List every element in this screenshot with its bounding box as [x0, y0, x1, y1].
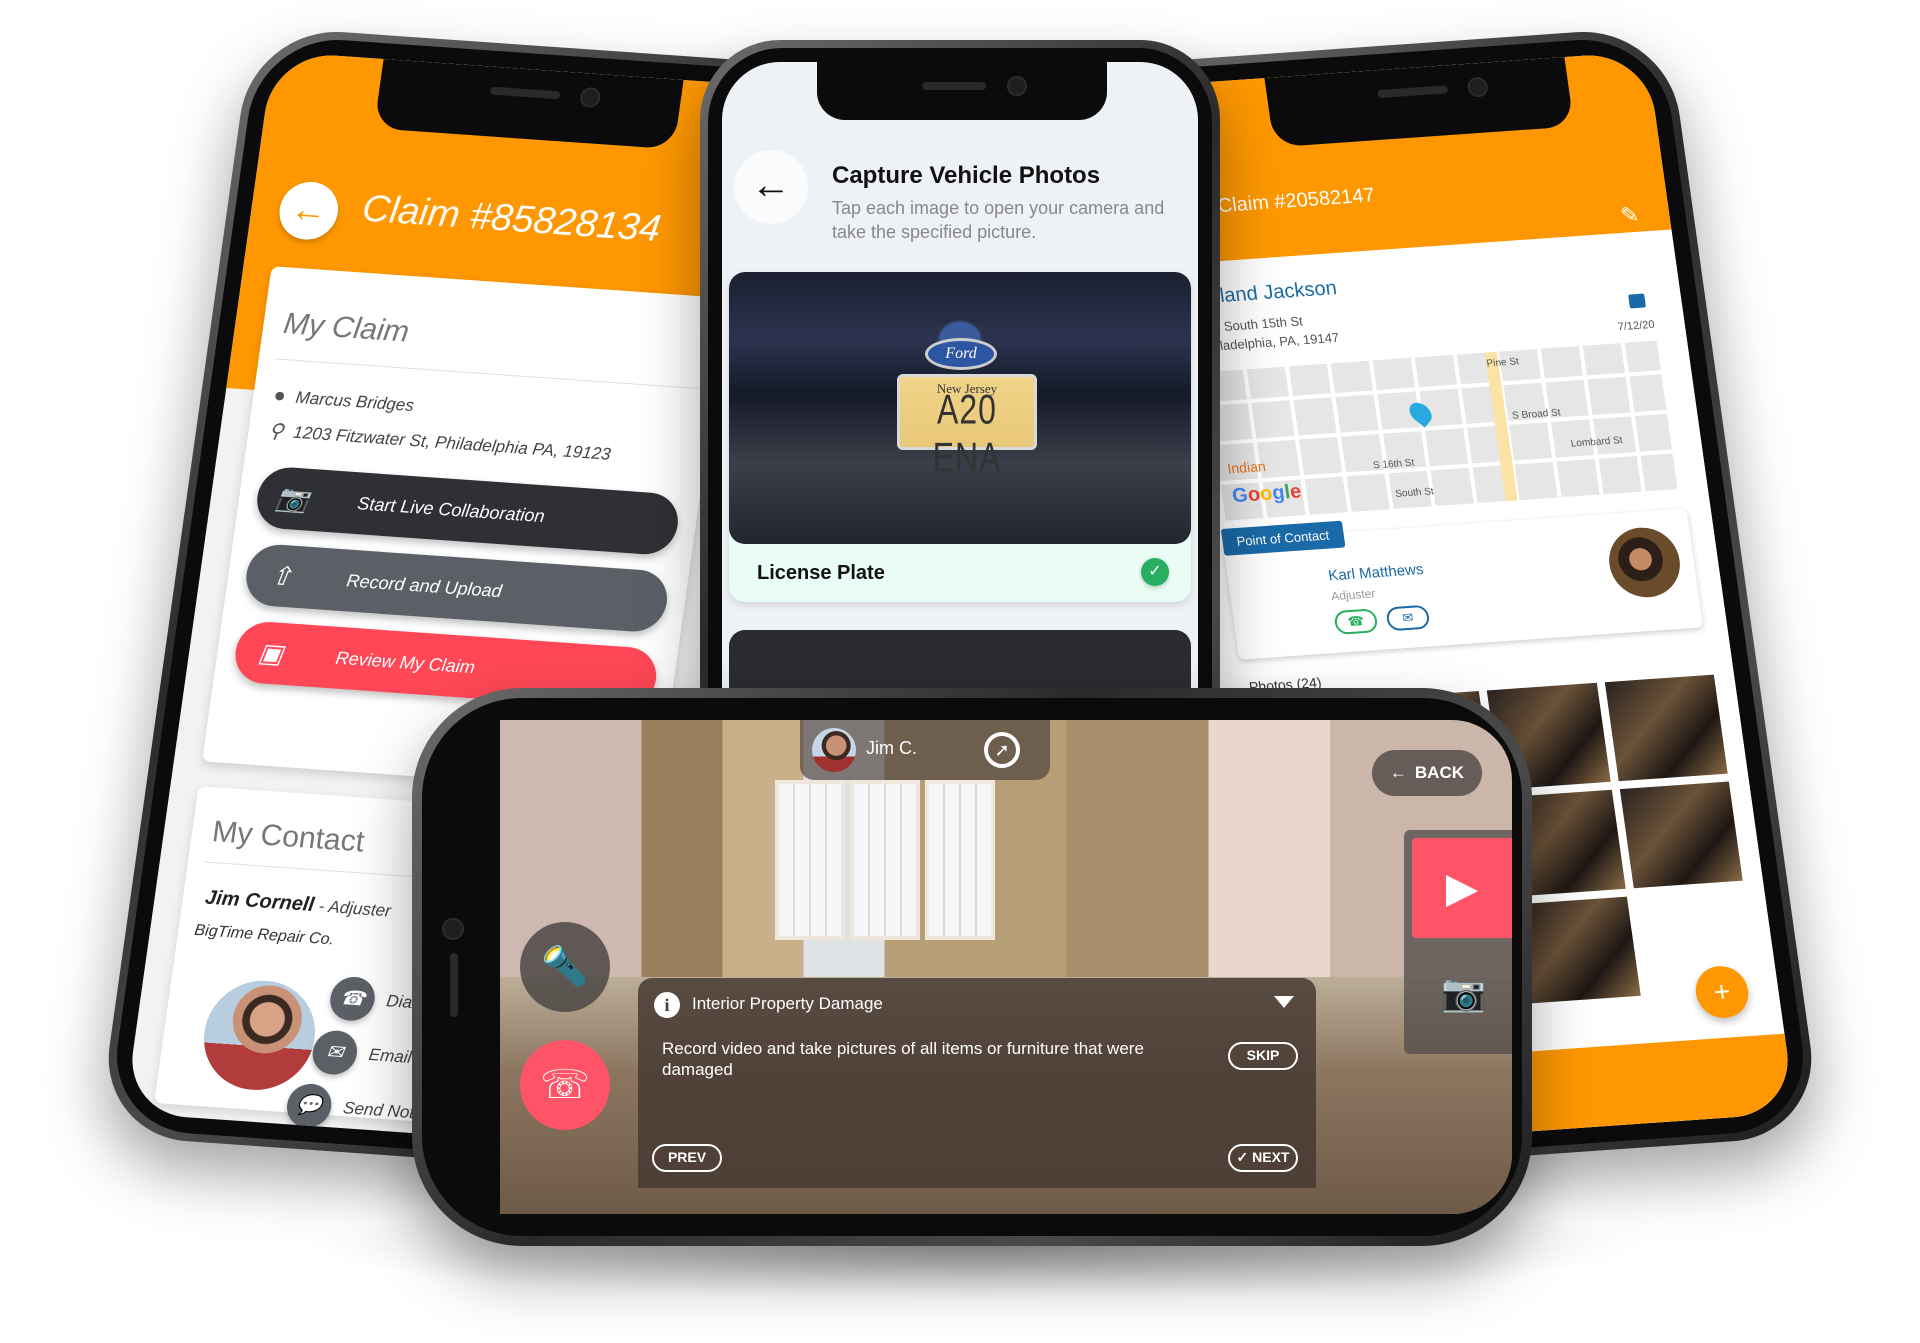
contact-name: Jim Cornell - Adjuster: [203, 886, 393, 923]
camera-icon[interactable]: 📷: [1441, 972, 1486, 1014]
back-button[interactable]: ←: [734, 150, 808, 224]
poi-label: Indian: [1226, 458, 1267, 477]
info-icon: i: [654, 992, 680, 1018]
start-live-collaboration-button[interactable]: 📷 Start Live Collaboration: [253, 465, 682, 557]
phone-notch: [422, 808, 500, 1108]
page-title: Capture Vehicle Photos: [832, 162, 1101, 189]
back-label: BACK: [1414, 763, 1464, 782]
mail-icon: ✉: [1401, 609, 1415, 626]
contact-avatar: [196, 977, 323, 1094]
chevron-down-icon[interactable]: [1274, 996, 1294, 1008]
page-subtitle: Tap each image to open your camera and t…: [832, 198, 1165, 242]
license-plate-card[interactable]: Ford New Jersey A20 ENA License Plate ✓: [729, 272, 1191, 602]
street-label: South St: [1394, 486, 1435, 500]
dial-button[interactable]: ☎ Dial: [327, 975, 418, 1026]
speedometer-icon[interactable]: ➚: [984, 732, 1020, 768]
button-label: Review My Claim: [334, 647, 477, 677]
task-title: Interior Property Damage: [692, 994, 883, 1013]
street-label: Lombard St: [1570, 435, 1624, 450]
point-of-contact-tag: Point of Contact: [1220, 520, 1346, 556]
skip-button[interactable]: SKIP: [1228, 1042, 1298, 1070]
arrow-left-icon: ←: [288, 187, 330, 231]
back-button[interactable]: ← BACK: [1371, 750, 1482, 796]
chat-icon: 💬: [284, 1082, 335, 1130]
section-title: My Contact: [210, 815, 367, 859]
phone-live-call: Jim C. ➚ ← BACK ▶ 📷 🔦 ☏ i Interior Prope…: [412, 688, 1532, 1246]
contact-name-text: Jim Cornell: [203, 886, 316, 917]
room-window: [850, 780, 920, 940]
capture-mode-panel: ▶ 📷: [1404, 830, 1512, 1054]
street-label: Pine St: [1485, 356, 1520, 370]
camera-wifi-icon: 📷: [274, 482, 311, 515]
contact-role: - Adjuster: [312, 896, 393, 921]
flashlight-icon: 🔦: [541, 946, 589, 988]
prev-button[interactable]: PREV: [652, 1144, 722, 1172]
customer-address: 1203 Fitzwater St, Philadelphia PA, 1912…: [292, 422, 613, 464]
arrow-left-icon: ←: [751, 163, 791, 207]
phone-notch: [817, 62, 1107, 120]
email-button[interactable]: ✉: [1385, 604, 1431, 632]
action-label: Email: [367, 1045, 413, 1067]
customer-row: ● Marcus Bridges: [272, 384, 415, 417]
photo-thumbnail[interactable]: [1619, 781, 1743, 889]
file-upload-icon: ⇧: [268, 559, 295, 591]
room-window: [925, 780, 995, 940]
task-panel: i Interior Property Damage Record video …: [638, 978, 1316, 1188]
button-label: Start Live Collaboration: [356, 492, 547, 526]
address-row: ⚲ 1203 Fitzwater St, Philadelphia PA, 19…: [267, 418, 612, 467]
person-icon: ●: [272, 384, 288, 408]
check-circle-icon: ✓: [1141, 558, 1169, 586]
map-street: [1220, 449, 1673, 486]
map-street: [1208, 370, 1662, 406]
button-label: Record and Upload: [345, 570, 504, 601]
room-window: [775, 780, 845, 940]
call-button[interactable]: ☎: [1333, 608, 1379, 635]
phone-hangup-icon: ☏: [539, 1063, 591, 1107]
map-pin-icon: [1405, 398, 1436, 428]
email-button[interactable]: ✉ Email: [309, 1029, 415, 1079]
divider: [274, 358, 699, 390]
poc-avatar: [1604, 525, 1685, 600]
phone-icon: ☎: [327, 975, 378, 1023]
location-pin-icon: ⚲: [267, 420, 285, 443]
ford-badge: Ford: [925, 338, 997, 370]
location-map[interactable]: Pine St S 16th St S Broad St South St Lo…: [1204, 340, 1678, 521]
card-label: License Plate: [757, 562, 885, 584]
photo-thumbnail[interactable]: [1516, 896, 1641, 1004]
next-label: NEXT: [1252, 1149, 1290, 1165]
mail-icon: ✉: [309, 1029, 360, 1076]
map-broad-street: [1484, 351, 1518, 502]
claim-title-prefix: Claim: [359, 187, 474, 237]
gallery-icon: ▣: [256, 636, 286, 669]
phone-icon: ☎: [1346, 613, 1366, 630]
next-button[interactable]: ✓ NEXT: [1228, 1144, 1298, 1172]
check-circle-icon: ✓: [1236, 1149, 1249, 1165]
license-plate: New Jersey A20 ENA: [897, 374, 1037, 481]
google-logo: Google: [1230, 480, 1303, 508]
end-call-button[interactable]: ☏: [520, 1040, 610, 1130]
participant-name: Jim C.: [866, 738, 917, 758]
claim-date: 7/12/20: [1616, 318, 1656, 334]
customer-name: Marcus Bridges: [294, 387, 416, 415]
poc-role: Adjuster: [1330, 586, 1377, 604]
license-plate-photo[interactable]: Ford New Jersey A20 ENA: [729, 272, 1191, 544]
contact-company: BigTime Repair Co.: [193, 921, 336, 949]
camera-feed: Jim C. ➚ ← BACK ▶ 📷 🔦 ☏ i Interior Prope…: [500, 720, 1512, 1214]
flashlight-button[interactable]: 🔦: [520, 922, 610, 1012]
photo-thumbnail[interactable]: [1604, 674, 1728, 782]
arrow-left-icon: ←: [1389, 763, 1407, 782]
video-camera-icon[interactable]: ▶: [1412, 838, 1512, 938]
call-status-bar: Jim C. ➚: [800, 720, 1050, 780]
point-of-contact-card: Point of Contact Karl Matthews Adjuster …: [1220, 508, 1704, 660]
task-description: Record video and take pictures of all it…: [662, 1039, 1144, 1079]
pencil-icon[interactable]: ✎: [1619, 202, 1641, 229]
record-and-upload-button[interactable]: ⇧ Record and Upload: [242, 542, 671, 634]
section-title: My Claim: [281, 307, 412, 349]
plate-number: A20 ENA: [932, 385, 1002, 481]
poc-name: Karl Matthews: [1327, 560, 1425, 585]
participant-avatar: [812, 728, 856, 772]
id-card-icon[interactable]: [1628, 293, 1647, 309]
